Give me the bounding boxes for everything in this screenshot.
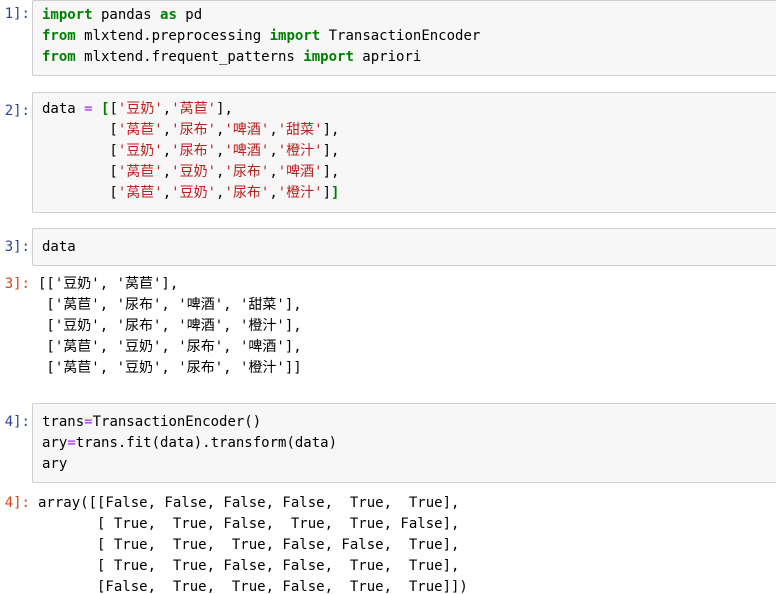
- string-token: '莴苣': [117, 122, 163, 138]
- operator-token: =: [84, 101, 93, 117]
- code-line: import pandas as pd: [42, 7, 202, 23]
- code-token: pandas: [92, 7, 161, 23]
- code-line: ary: [42, 456, 67, 472]
- string-token: '莴苣': [117, 185, 163, 201]
- operator-token: =: [67, 435, 76, 451]
- string-token: '橙汁': [277, 185, 323, 201]
- code-editor-2[interactable]: data = [['豆奶','莴苣'], ['莴苣','尿布','啤酒','甜菜…: [42, 99, 339, 204]
- string-token: '尿布': [224, 164, 270, 180]
- code-token: pd: [176, 7, 203, 23]
- code-cell-3[interactable]: data: [32, 228, 776, 266]
- code-token: ,: [162, 185, 172, 201]
- string-token: '橙汁': [277, 143, 323, 159]
- code-token: [: [42, 164, 118, 180]
- code-token: ,: [162, 143, 172, 159]
- string-token: '莴苣': [171, 101, 217, 117]
- string-token: '莴苣': [117, 164, 163, 180]
- string-token: '尿布': [224, 185, 270, 201]
- code-line: from mlxtend.preprocessing import Transa…: [42, 28, 480, 44]
- keyword-token: import: [42, 7, 93, 23]
- keyword-token: from: [42, 49, 76, 65]
- code-line: data: [42, 239, 76, 255]
- code-line: ['豆奶','尿布','啤酒','橙汁'],: [42, 143, 339, 159]
- code-token: trans: [42, 414, 85, 430]
- code-token: ,: [162, 122, 172, 138]
- code-token: ,: [269, 143, 278, 159]
- code-token: ary: [42, 456, 68, 472]
- keyword-token: import: [303, 49, 354, 65]
- code-token: data: [42, 239, 76, 255]
- string-token: '啤酒': [277, 164, 323, 180]
- code-token: [: [42, 122, 118, 138]
- code-token: apriori: [353, 49, 422, 65]
- code-token: ary: [42, 435, 68, 451]
- string-token: '啤酒': [224, 122, 270, 138]
- code-editor-1[interactable]: import pandas as pd from mlxtend.preproc…: [42, 5, 480, 68]
- string-token: '尿布': [171, 143, 217, 159]
- code-line: ['莴苣','豆奶','尿布','啤酒'],: [42, 164, 339, 180]
- code-line: from mlxtend.frequent_patterns import ap…: [42, 49, 421, 65]
- code-token: mlxtend.preprocessing: [75, 28, 270, 44]
- out-prompt-3: 3]:: [4, 276, 30, 292]
- code-token: [: [42, 185, 118, 201]
- code-cell-2[interactable]: data = [['豆奶','莴苣'], ['莴苣','尿布','啤酒','甜菜…: [32, 92, 776, 213]
- out-prompt-4: 4]:: [4, 495, 30, 511]
- code-token: TransactionEncoder(): [92, 414, 262, 430]
- output-area-4: array([[False, False, False, False, True…: [32, 493, 776, 594]
- code-editor-3[interactable]: data: [42, 237, 76, 258]
- code-token: ],: [322, 164, 340, 180]
- string-token: '啤酒': [224, 143, 270, 159]
- keyword-token: from: [42, 28, 76, 44]
- code-token: mlxtend.frequent_patterns: [75, 49, 304, 65]
- code-token: ,: [269, 185, 278, 201]
- keyword-token: import: [269, 28, 321, 44]
- string-token: '甜菜': [277, 122, 323, 138]
- bracket-match-token: ]: [331, 185, 340, 201]
- output-area-3: [['豆奶', '莴苣'], ['莴苣', '尿布', '啤酒', '甜菜'],…: [32, 274, 776, 384]
- string-token: '豆奶': [171, 164, 217, 180]
- keyword-token: as: [160, 7, 177, 23]
- code-token: TransactionEncoder: [320, 28, 481, 44]
- code-token: trans.fit(data).transform(data): [75, 435, 338, 451]
- code-token: ,: [162, 101, 172, 117]
- code-cell-1[interactable]: import pandas as pd from mlxtend.preproc…: [32, 0, 776, 76]
- code-line: ['莴苣','尿布','啤酒','甜菜'],: [42, 122, 339, 138]
- code-token: ],: [216, 101, 233, 117]
- string-token: '尿布': [171, 122, 217, 138]
- code-editor-4[interactable]: trans=TransactionEncoder() ary=trans.fit…: [42, 412, 337, 475]
- in-prompt-3: 3]:: [4, 239, 30, 255]
- code-token: ],: [322, 143, 340, 159]
- code-token: [: [42, 143, 118, 159]
- code-line: data = [['豆奶','莴苣'],: [42, 101, 233, 117]
- code-line: trans=TransactionEncoder(): [42, 414, 261, 430]
- operator-token: =: [84, 414, 93, 430]
- code-token: ]: [322, 185, 332, 201]
- code-token: ],: [322, 122, 340, 138]
- output-text-4: array([[False, False, False, False, True…: [38, 495, 468, 594]
- string-token: '豆奶': [117, 101, 163, 117]
- code-cell-4[interactable]: trans=TransactionEncoder() ary=trans.fit…: [32, 403, 776, 483]
- code-token: [: [109, 101, 118, 117]
- code-token: ,: [162, 164, 172, 180]
- code-token: ,: [269, 164, 278, 180]
- output-text-3: [['豆奶', '莴苣'], ['莴苣', '尿布', '啤酒', '甜菜'],…: [38, 276, 302, 376]
- code-token: ,: [269, 122, 278, 138]
- code-line: ary=trans.fit(data).transform(data): [42, 435, 337, 451]
- notebook: 1]: import pandas as pd from mlxtend.pre…: [0, 0, 776, 594]
- string-token: '豆奶': [117, 143, 163, 159]
- in-prompt-2: 2]:: [4, 103, 30, 119]
- string-token: '豆奶': [171, 185, 217, 201]
- code-token: data: [42, 101, 85, 117]
- in-prompt-4: 4]:: [4, 414, 30, 430]
- in-prompt-1: 1]:: [4, 6, 30, 22]
- code-line: ['莴苣','豆奶','尿布','橙汁']]: [42, 185, 339, 201]
